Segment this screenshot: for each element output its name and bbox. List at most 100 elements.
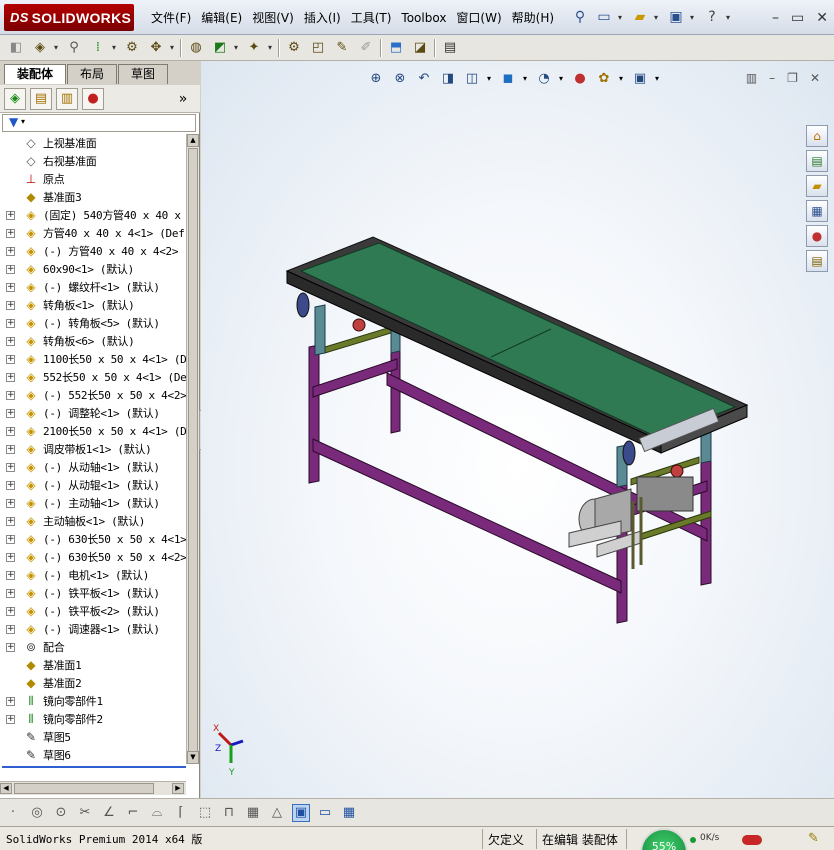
restore-icon[interactable]: ▭ — [791, 10, 804, 26]
expand-toggle-icon[interactable]: + — [6, 354, 15, 364]
tree-item[interactable]: + ◈ (-) 630长50 x 50 x 4<2> — [0, 548, 186, 566]
point-icon[interactable]: ⊙ — [52, 804, 70, 822]
sketch-plane-icon[interactable]: △ — [268, 804, 286, 822]
expand-toggle-icon[interactable]: + — [6, 714, 15, 724]
tree-item[interactable]: + ◈ 转角板<1> (默认) — [0, 296, 186, 314]
conveyor-model[interactable] — [201, 61, 834, 798]
menu-help[interactable]: 帮助(H) — [507, 10, 559, 26]
tree-item[interactable]: + ◈ (固定) 540方管40 x 40 x — [0, 206, 186, 224]
tree-item[interactable]: + ◈ (-) 方管40 x 40 x 4<2> — [0, 242, 186, 260]
appearance-manager-icon[interactable]: ● — [82, 87, 104, 110]
four-view-icon[interactable]: ▦ — [340, 804, 358, 822]
trim-icon[interactable]: ✂ — [76, 804, 94, 822]
save-icon[interactable]: ▣ — [666, 7, 686, 27]
view-orientation-icon[interactable]: ◫ — [463, 69, 481, 87]
expand-toggle-icon[interactable]: + — [6, 246, 15, 256]
help-icon[interactable]: ? — [702, 7, 722, 27]
tree-item[interactable]: + ◈ (-) 552长50 x 50 x 4<2> — [0, 386, 186, 404]
viewport-restore-icon[interactable]: ❐ — [787, 71, 798, 85]
configuration-manager-icon[interactable]: ▥ — [56, 87, 78, 110]
features-dropdown-icon[interactable]: ▾ — [234, 43, 240, 52]
update-speedpak-icon[interactable]: ⬒ — [386, 38, 406, 58]
tree-item[interactable]: ◆ 基准面3 — [0, 188, 186, 206]
tree-item[interactable]: ◇ 右视基准面 — [0, 152, 186, 170]
tree-item[interactable]: + ◈ (-) 630长50 x 50 x 4<1> — [0, 530, 186, 548]
hide-show-dropdown-icon[interactable]: ▾ — [559, 74, 565, 83]
close-icon[interactable]: ✕ — [816, 10, 828, 26]
feature-manager-icon[interactable]: ◈ — [4, 87, 26, 110]
view-settings-icon[interactable]: ▣ — [631, 69, 649, 87]
menu-file[interactable]: 文件(F) — [146, 10, 196, 26]
scroll-right-icon[interactable]: ▶ — [172, 783, 184, 794]
tree-horizontal-scrollbar[interactable]: ◀ ▶ — [0, 781, 186, 795]
viewport-close-icon[interactable]: ✕ — [810, 71, 820, 85]
expand-toggle-icon[interactable]: + — [6, 390, 15, 400]
zoom-to-area-icon[interactable]: ⊗ — [391, 69, 409, 87]
menu-tools[interactable]: 工具(T) — [346, 10, 397, 26]
tab-sketch[interactable]: 草图 — [118, 64, 169, 84]
expand-toggle-icon[interactable]: + — [6, 264, 15, 274]
reference-geometry-icon[interactable]: ✦ — [244, 38, 264, 58]
move-dropdown-icon[interactable]: ▾ — [170, 43, 176, 52]
insert-components-icon[interactable]: ◧ — [6, 38, 26, 58]
hscroll-thumb[interactable] — [14, 783, 154, 794]
exploded-view-icon[interactable]: ◰ — [308, 38, 328, 58]
solidworks-logo[interactable]: DS SOLIDWORKS — [4, 4, 134, 31]
help-dropdown-icon[interactable]: ▾ — [726, 13, 734, 22]
tree-item[interactable]: + ◈ (-) 铁平板<1> (默认) — [0, 584, 186, 602]
expand-toggle-icon[interactable]: + — [6, 696, 15, 706]
sketch-rectangle-icon[interactable]: ⬚ — [196, 804, 214, 822]
tree-item[interactable]: ◆ 基准面1 — [0, 656, 186, 674]
scene-dropdown-icon[interactable]: ▾ — [619, 74, 625, 83]
circle-icon[interactable]: ◎ — [28, 804, 46, 822]
tree-item[interactable]: + ◈ 转角板<6> (默认) — [0, 332, 186, 350]
expand-toggle-icon[interactable]: + — [6, 282, 15, 292]
tree-item[interactable]: + ◈ (-) 调整轮<1> (默认) — [0, 404, 186, 422]
expand-toggle-icon[interactable]: + — [6, 444, 15, 454]
property-manager-icon[interactable]: ▤ — [30, 87, 52, 110]
tree-item[interactable]: + ⊚ 配合 — [0, 638, 186, 656]
open-dropdown-icon[interactable]: ▾ — [654, 13, 662, 22]
previous-view-icon[interactable]: ↶ — [415, 69, 433, 87]
tab-layout[interactable]: 布局 — [67, 64, 118, 84]
pin-icon[interactable]: ⚲ — [570, 7, 590, 27]
view-settings-dropdown-icon[interactable]: ▾ — [655, 74, 661, 83]
new-part-icon[interactable]: ◈ — [30, 38, 50, 58]
tree-filter[interactable]: ▼ ▾ — [2, 114, 196, 132]
large-assembly-icon[interactable]: ▤ — [440, 38, 460, 58]
display-style-dropdown-icon[interactable]: ▾ — [523, 74, 529, 83]
convert-entities-icon[interactable]: ⌈ — [172, 804, 190, 822]
tree-item[interactable]: + ◈ (-) 转角板<5> (默认) — [0, 314, 186, 332]
angle-icon[interactable]: ∠ — [100, 804, 118, 822]
apply-scene-icon[interactable]: ✿ — [595, 69, 613, 87]
move-component-icon[interactable]: ✥ — [146, 38, 166, 58]
tree-item[interactable]: + ◈ 552长50 x 50 x 4<1> (De — [0, 368, 186, 386]
menu-edit[interactable]: 编辑(E) — [196, 10, 247, 26]
menu-view[interactable]: 视图(V) — [247, 10, 299, 26]
tree-item[interactable]: + ◈ (-) 从动轴<1> (默认) — [0, 458, 186, 476]
tree-item[interactable]: ◆ 基准面2 — [0, 674, 186, 692]
expand-toggle-icon[interactable]: + — [6, 588, 15, 598]
expand-toggle-icon[interactable]: + — [6, 570, 15, 580]
new-dropdown-icon[interactable]: ▾ — [618, 13, 626, 22]
grid-icon[interactable]: ▦ — [244, 804, 262, 822]
dimension-icon[interactable]: ⊓ — [220, 804, 238, 822]
tab-assembly[interactable]: 装配体 — [4, 64, 67, 84]
custom-properties-icon[interactable]: ▤ — [806, 250, 828, 272]
tree-item[interactable]: + ◈ 主动轴板<1> (默认) — [0, 512, 186, 530]
expand-toggle-icon[interactable]: + — [6, 624, 15, 634]
expand-toggle-icon[interactable]: + — [6, 606, 15, 616]
tree-item[interactable]: + ◈ 2100长50 x 50 x 4<1> (D — [0, 422, 186, 440]
tree-item[interactable]: ✎ 草图6 — [0, 746, 186, 764]
edit-appearance-icon[interactable]: ● — [571, 69, 589, 87]
rebuild-indicator-icon[interactable]: ✎ — [808, 831, 819, 846]
scroll-down-icon[interactable]: ▼ — [187, 751, 199, 764]
show-hidden-icon[interactable]: ◍ — [186, 38, 206, 58]
reference-dropdown-icon[interactable]: ▾ — [268, 43, 274, 52]
pattern-dropdown-icon[interactable]: ▾ — [112, 43, 118, 52]
expand-toggle-icon[interactable]: + — [6, 300, 15, 310]
tree-item[interactable]: ✎ 草图5 — [0, 728, 186, 746]
offset-icon[interactable]: ⌓ — [148, 804, 166, 822]
expand-toggle-icon[interactable]: + — [6, 516, 15, 526]
view-orientation-dropdown-icon[interactable]: ▾ — [487, 74, 493, 83]
